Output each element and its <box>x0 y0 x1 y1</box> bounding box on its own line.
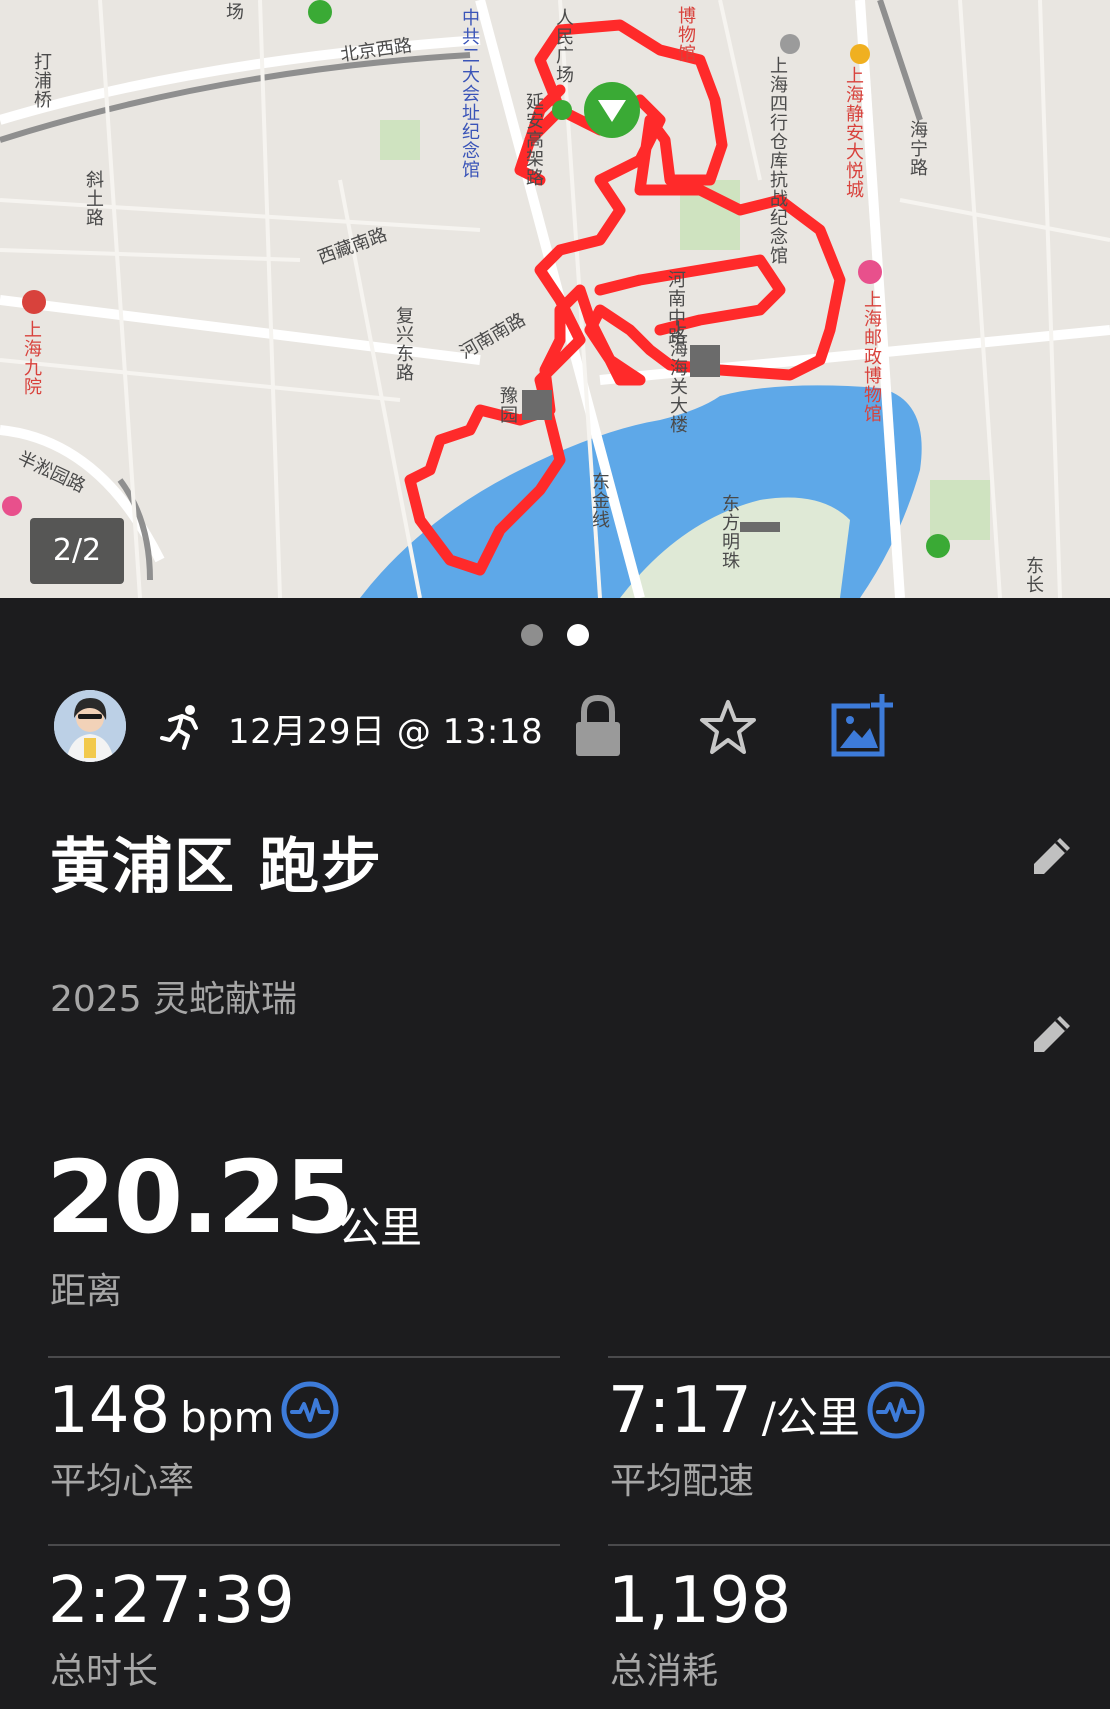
heart-rate-value: 148 <box>48 1374 171 1448</box>
map-label: 中共二大会址纪念馆 <box>459 8 480 179</box>
distance-value: 20.25 <box>46 1139 354 1256</box>
landmark-icon <box>522 390 552 420</box>
map-label: 博物馆 <box>675 6 696 63</box>
map-label: 东金线 <box>589 472 610 529</box>
map-label: 上海九院 <box>21 320 42 396</box>
duration-value: 2:27:39 <box>48 1564 295 1638</box>
lock-icon[interactable] <box>572 694 624 758</box>
pace-value: 7:17 <box>608 1374 752 1448</box>
map-label: 延安高架路 <box>523 92 544 187</box>
poi-pin <box>858 260 882 284</box>
star-icon[interactable] <box>696 696 760 760</box>
poi-pin <box>926 534 950 558</box>
divider <box>608 1544 1110 1546</box>
pace-label: 平均配速 <box>610 1461 755 1502</box>
divider <box>48 1544 560 1546</box>
heart-rate-unit: bpm <box>180 1393 275 1442</box>
duration-label: 总时长 <box>50 1651 159 1692</box>
park-area <box>380 120 420 160</box>
map-label: 东方明珠 <box>719 494 740 570</box>
map-label: 斜土路 <box>83 170 104 227</box>
landmark-icon <box>690 345 720 377</box>
heart-pulse-icon[interactable] <box>280 1380 340 1440</box>
divider <box>608 1356 1110 1358</box>
avatar[interactable] <box>54 690 126 762</box>
map-canvas <box>0 0 1110 598</box>
poi-pin <box>552 100 572 120</box>
calories-value: 1,198 <box>608 1564 792 1638</box>
map-label: 东长 <box>1023 556 1044 594</box>
page-dot[interactable] <box>521 624 543 646</box>
landmark-icon <box>740 522 780 532</box>
poi-pin <box>22 290 46 314</box>
map-label: 场 <box>223 2 244 21</box>
avatar-image <box>54 690 126 762</box>
distance-label: 距离 <box>50 1271 123 1312</box>
pace-stat: 7:17/公里 <box>608 1376 860 1453</box>
heart-rate-label: 平均心率 <box>50 1461 195 1502</box>
map-label: 上海四行仓库抗战纪念馆 <box>767 56 788 265</box>
route-map[interactable]: 打浦桥 斜土路 上海九院 半淞园路 北京西路 中共二大会址纪念馆 延安高架路 人… <box>0 0 1110 598</box>
divider <box>48 1356 560 1358</box>
map-label: 豫园 <box>497 386 518 424</box>
poi-pin <box>780 34 800 54</box>
activity-date-time: 12月29日 @ 13:18 <box>228 712 544 752</box>
map-label: 上海海关大楼 <box>667 320 688 434</box>
pace-unit: /公里 <box>761 1393 860 1442</box>
park-area <box>930 480 990 540</box>
running-icon <box>160 705 198 750</box>
pace-pulse-icon[interactable] <box>866 1380 926 1440</box>
edit-icon[interactable] <box>1030 834 1074 878</box>
poi-pin <box>2 496 22 516</box>
poi-pin <box>850 44 870 64</box>
page-dot-active[interactable] <box>567 624 589 646</box>
map-label: 人民广场 <box>553 8 574 84</box>
edit-icon[interactable] <box>1030 1012 1074 1056</box>
activity-description: 2025 灵蛇献瑞 <box>50 979 298 1020</box>
map-label: 打浦桥 <box>31 52 52 109</box>
page-indicator <box>0 624 1110 648</box>
photo-counter: 2/2 <box>30 518 124 584</box>
map-label: 复兴东路 <box>393 306 414 382</box>
calories-label: 总消耗 <box>610 1651 719 1692</box>
heart-rate-stat: 148 bpm <box>48 1376 274 1453</box>
activity-title: 黄浦区 跑步 <box>50 832 383 902</box>
poi-pin <box>308 0 332 24</box>
map-label: 上海静安大悦城 <box>843 66 864 199</box>
map-label: 海宁路 <box>907 120 928 177</box>
add-photo-icon[interactable] <box>830 692 896 758</box>
distance-unit: 公里 <box>338 1203 423 1252</box>
route-line-inner <box>594 254 786 336</box>
map-label: 上海邮政博物馆 <box>861 290 882 423</box>
